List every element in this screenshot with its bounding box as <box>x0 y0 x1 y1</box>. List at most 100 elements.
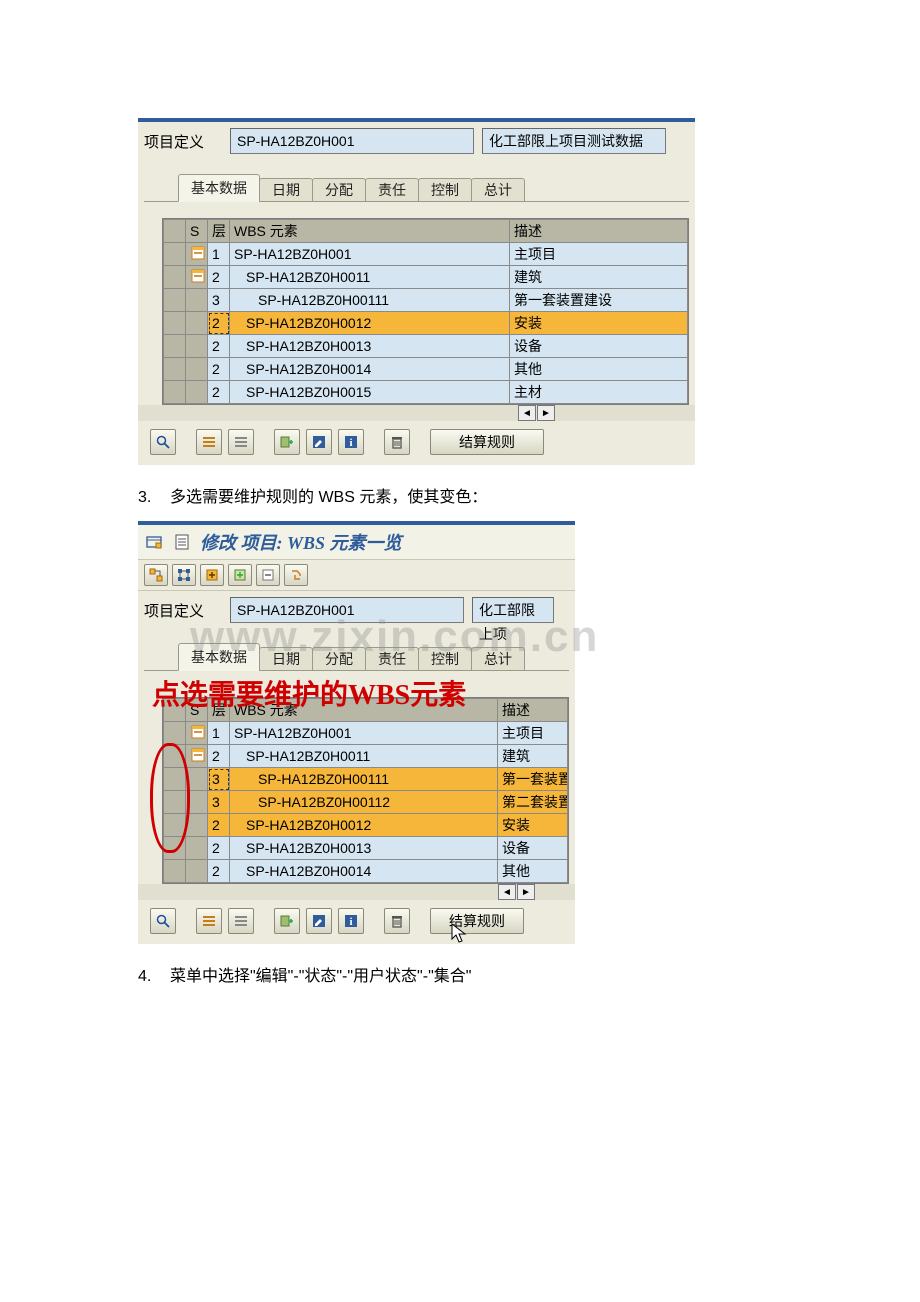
col-desc[interactable]: 描述 <box>510 220 688 243</box>
desc-cell[interactable]: 主材 <box>510 381 688 404</box>
tb-icon-5[interactable] <box>256 564 280 586</box>
desc-cell[interactable]: 建筑 <box>498 745 568 768</box>
level-cell[interactable]: 1 <box>208 243 230 266</box>
row-selector[interactable] <box>164 312 186 335</box>
level-cell[interactable]: 2 <box>208 860 230 883</box>
desc-cell[interactable]: 建筑 <box>510 266 688 289</box>
info-button[interactable]: i <box>338 908 364 934</box>
col-level[interactable]: 层 <box>208 220 230 243</box>
table-row[interactable]: 3SP-HA12BZ0H00111第一套装置 <box>164 768 568 791</box>
tab-responsibility[interactable]: 责任 <box>365 647 419 671</box>
wbs-cell[interactable]: SP-HA12BZ0H0011 <box>230 266 510 289</box>
desc-cell[interactable]: 主项目 <box>498 722 568 745</box>
level-cell[interactable]: 3 <box>208 791 230 814</box>
row-selector[interactable] <box>164 860 186 883</box>
tab-assignment[interactable]: 分配 <box>312 647 366 671</box>
table-row[interactable]: 2SP-HA12BZ0H0012安装 <box>164 814 568 837</box>
project-code-field[interactable]: SP-HA12BZ0H001 <box>230 597 464 623</box>
row-expand[interactable] <box>186 266 208 289</box>
desc-cell[interactable]: 安装 <box>498 814 568 837</box>
table-row[interactable]: 1SP-HA12BZ0H001主项目 <box>164 722 568 745</box>
row-expand[interactable] <box>186 791 208 814</box>
col-sel[interactable] <box>164 699 186 722</box>
find-button[interactable] <box>150 429 176 455</box>
level-cell[interactable]: 3 <box>208 289 230 312</box>
row-expand[interactable] <box>186 358 208 381</box>
scroll-left-button[interactable]: ◄ <box>498 884 516 900</box>
row-expand[interactable] <box>186 837 208 860</box>
row-selector[interactable] <box>164 791 186 814</box>
wbs-cell[interactable]: SP-HA12BZ0H0011 <box>230 745 498 768</box>
insert-row-button[interactable] <box>274 908 300 934</box>
table-row[interactable]: 2SP-HA12BZ0H0013设备 <box>164 837 568 860</box>
wbs-cell[interactable]: SP-HA12BZ0H00111 <box>230 289 510 312</box>
level-cell[interactable]: 2 <box>208 358 230 381</box>
table-row[interactable]: 3SP-HA12BZ0H00112第二套装置 <box>164 791 568 814</box>
col-s[interactable]: S <box>186 220 208 243</box>
deselect-all-button[interactable] <box>228 908 254 934</box>
row-selector[interactable] <box>164 266 186 289</box>
tab-total[interactable]: 总计 <box>471 178 525 202</box>
table-row[interactable]: 2SP-HA12BZ0H0012安装 <box>164 312 688 335</box>
edit-button[interactable] <box>306 908 332 934</box>
wbs-cell[interactable]: SP-HA12BZ0H0013 <box>230 335 510 358</box>
expand-icon[interactable] <box>190 724 206 740</box>
title-icon-2[interactable] <box>172 533 192 551</box>
desc-cell[interactable]: 设备 <box>498 837 568 860</box>
row-expand[interactable] <box>186 814 208 837</box>
tab-basic-data[interactable]: 基本数据 <box>178 643 260 671</box>
tab-basic-data[interactable]: 基本数据 <box>178 174 260 202</box>
tb-icon-4[interactable] <box>228 564 252 586</box>
row-selector[interactable] <box>164 768 186 791</box>
col-wbs[interactable]: WBS 元素 <box>230 699 498 722</box>
desc-cell[interactable]: 第二套装置 <box>498 791 568 814</box>
tb-icon-2[interactable] <box>172 564 196 586</box>
table-row[interactable]: 2SP-HA12BZ0H0014其他 <box>164 860 568 883</box>
grid-horizontal-scrollbar[interactable]: ◄ ► <box>138 884 575 900</box>
table-row[interactable]: 2SP-HA12BZ0H0013设备 <box>164 335 688 358</box>
info-button[interactable]: i <box>338 429 364 455</box>
edit-button[interactable] <box>306 429 332 455</box>
row-selector[interactable] <box>164 837 186 860</box>
settlement-rule-button[interactable]: 结算规则 <box>430 429 544 455</box>
col-desc[interactable]: 描述 <box>498 699 568 722</box>
delete-button[interactable] <box>384 908 410 934</box>
tab-assignment[interactable]: 分配 <box>312 178 366 202</box>
scroll-right-button[interactable]: ► <box>517 884 535 900</box>
level-cell[interactable]: 1 <box>208 722 230 745</box>
desc-cell[interactable]: 第一套装置建设 <box>510 289 688 312</box>
row-selector[interactable] <box>164 745 186 768</box>
wbs-cell[interactable]: SP-HA12BZ0H001 <box>230 722 498 745</box>
tab-dates[interactable]: 日期 <box>259 647 313 671</box>
desc-cell[interactable]: 主项目 <box>510 243 688 266</box>
desc-cell[interactable]: 其他 <box>510 358 688 381</box>
desc-cell[interactable]: 第一套装置 <box>498 768 568 791</box>
row-expand[interactable] <box>186 722 208 745</box>
tab-control[interactable]: 控制 <box>418 178 472 202</box>
wbs-cell[interactable]: SP-HA12BZ0H0013 <box>230 837 498 860</box>
wbs-cell[interactable]: SP-HA12BZ0H001 <box>230 243 510 266</box>
level-cell[interactable]: 2 <box>208 266 230 289</box>
level-cell[interactable]: 2 <box>208 312 230 335</box>
insert-row-button[interactable] <box>274 429 300 455</box>
desc-cell[interactable]: 安装 <box>510 312 688 335</box>
level-cell[interactable]: 2 <box>208 814 230 837</box>
wbs-cell[interactable]: SP-HA12BZ0H00111 <box>230 768 498 791</box>
select-all-button[interactable] <box>196 908 222 934</box>
tab-responsibility[interactable]: 责任 <box>365 178 419 202</box>
col-s[interactable]: S <box>186 699 208 722</box>
col-sel[interactable] <box>164 220 186 243</box>
deselect-all-button[interactable] <box>228 429 254 455</box>
table-row[interactable]: 3SP-HA12BZ0H00111第一套装置建设 <box>164 289 688 312</box>
level-cell[interactable]: 3 <box>208 768 230 791</box>
expand-icon[interactable] <box>190 747 206 763</box>
row-expand[interactable] <box>186 243 208 266</box>
row-expand[interactable] <box>186 768 208 791</box>
row-selector[interactable] <box>164 289 186 312</box>
desc-cell[interactable]: 设备 <box>510 335 688 358</box>
expand-icon[interactable] <box>190 245 206 261</box>
level-cell[interactable]: 2 <box>208 335 230 358</box>
level-cell[interactable]: 2 <box>208 745 230 768</box>
row-selector[interactable] <box>164 335 186 358</box>
row-expand[interactable] <box>186 335 208 358</box>
